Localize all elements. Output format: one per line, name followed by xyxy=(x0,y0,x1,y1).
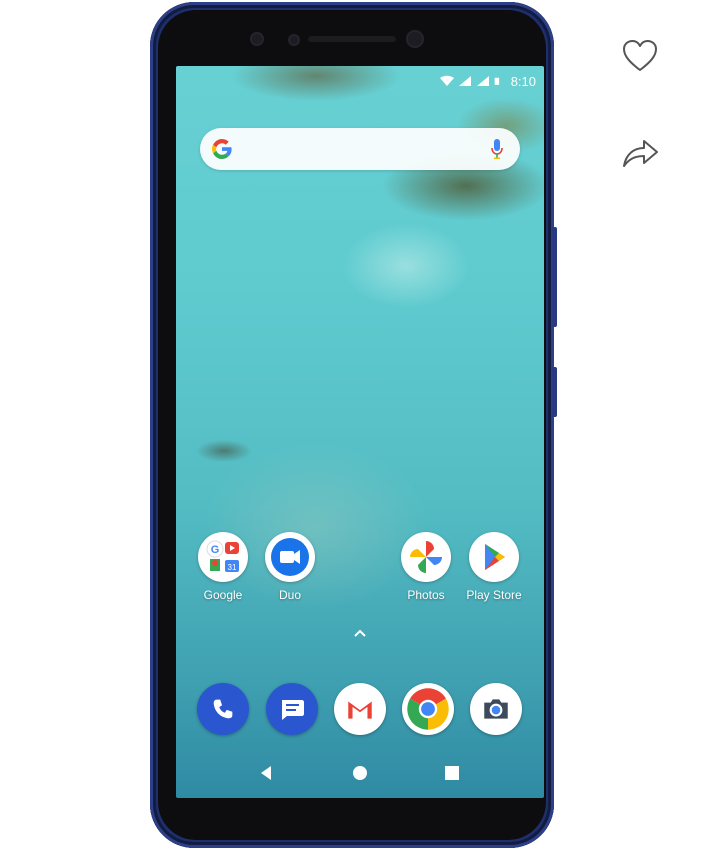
camera-icon xyxy=(484,699,508,719)
photos-icon xyxy=(401,532,451,582)
volume-button xyxy=(552,227,557,327)
dock-messages[interactable] xyxy=(266,683,318,735)
light-sensor xyxy=(288,34,300,46)
heart-icon xyxy=(623,40,657,71)
power-button xyxy=(552,367,557,417)
svg-text:G: G xyxy=(211,544,220,556)
dock-camera[interactable] xyxy=(470,683,522,735)
proximity-sensor xyxy=(250,32,264,46)
signal-icon xyxy=(458,76,471,86)
app-play-store[interactable]: Play Store xyxy=(458,532,530,602)
google-search-bar[interactable] xyxy=(200,128,520,170)
share-button[interactable] xyxy=(614,126,666,178)
phone-device: 8:10 G 31 Google Duo Photos Play Store xyxy=(150,2,557,848)
app-google-folder[interactable]: G 31 Google xyxy=(187,532,259,602)
dock-gmail[interactable] xyxy=(334,683,386,735)
google-folder-icon: G 31 xyxy=(198,532,248,582)
messages-icon xyxy=(282,700,304,720)
like-button[interactable] xyxy=(614,30,666,82)
phone-bezel: 8:10 G 31 Google Duo Photos Play Store xyxy=(158,10,546,840)
phone-icon xyxy=(213,699,233,719)
back-icon[interactable] xyxy=(258,764,276,782)
google-g-icon xyxy=(212,139,232,159)
signal-icon xyxy=(476,76,489,86)
app-label: Photos xyxy=(407,588,445,602)
front-camera xyxy=(406,30,424,48)
dock-phone[interactable] xyxy=(197,683,249,735)
wifi-icon xyxy=(439,75,454,86)
app-label: Google xyxy=(203,588,243,602)
svg-text:31: 31 xyxy=(228,563,237,572)
home-icon[interactable] xyxy=(351,764,369,782)
app-photos[interactable]: Photos xyxy=(390,532,462,602)
app-label: Play Store xyxy=(466,588,522,602)
dock-chrome[interactable] xyxy=(402,683,454,735)
duo-icon xyxy=(265,532,315,582)
home-screen: 8:10 G 31 Google Duo Photos Play Store xyxy=(176,66,544,798)
recents-icon[interactable] xyxy=(443,764,461,782)
gmail-icon xyxy=(348,701,372,719)
clock: 8:10 xyxy=(510,73,536,89)
microphone-icon[interactable] xyxy=(490,138,504,160)
app-drawer-chevron-up-icon[interactable] xyxy=(352,628,368,638)
status-bar: 8:10 xyxy=(439,72,536,90)
navigation-bar xyxy=(176,748,544,798)
share-icon xyxy=(623,140,658,167)
chrome-icon xyxy=(407,688,449,730)
app-label: Duo xyxy=(278,588,301,602)
battery-icon xyxy=(494,77,499,85)
app-duo[interactable]: Duo xyxy=(254,532,326,602)
earpiece xyxy=(308,36,396,42)
play-store-icon xyxy=(469,532,519,582)
product-viewer: 8:10 G 31 Google Duo Photos Play Store xyxy=(0,0,704,852)
